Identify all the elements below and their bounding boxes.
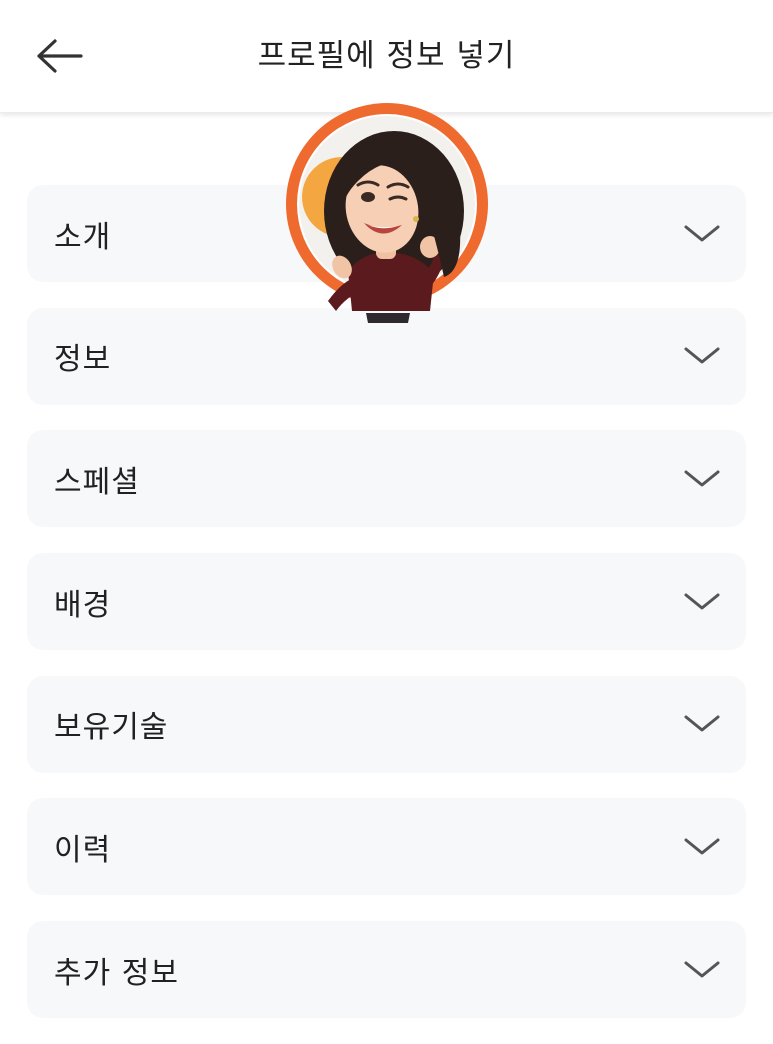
section-label: 보유기술 <box>54 710 169 746</box>
chevron-down-icon <box>684 592 720 612</box>
section-skills[interactable]: 보유기술 <box>27 675 746 773</box>
chevron-down-icon <box>684 469 720 489</box>
section-background[interactable]: 배경 <box>27 553 746 651</box>
section-label: 추가 정보 <box>54 955 179 991</box>
section-additional-info[interactable]: 추가 정보 <box>27 921 746 1019</box>
section-label: 이력 <box>54 832 112 868</box>
app-bar: 프로필에 정보 넣기 <box>0 0 773 113</box>
section-special[interactable]: 스페셜 <box>27 430 746 528</box>
section-label: 정보 <box>54 342 112 378</box>
chevron-down-icon <box>684 224 720 244</box>
page-title: 프로필에 정보 넣기 <box>257 38 516 74</box>
chevron-down-icon <box>684 346 720 366</box>
chevron-down-icon <box>684 837 720 857</box>
avatar[interactable] <box>284 101 490 331</box>
section-history[interactable]: 이력 <box>27 798 746 896</box>
chevron-down-icon <box>684 960 720 980</box>
chevron-down-icon <box>684 714 720 734</box>
section-label: 스페셜 <box>54 464 140 500</box>
section-label: 소개 <box>54 219 112 255</box>
section-label: 배경 <box>54 587 112 623</box>
